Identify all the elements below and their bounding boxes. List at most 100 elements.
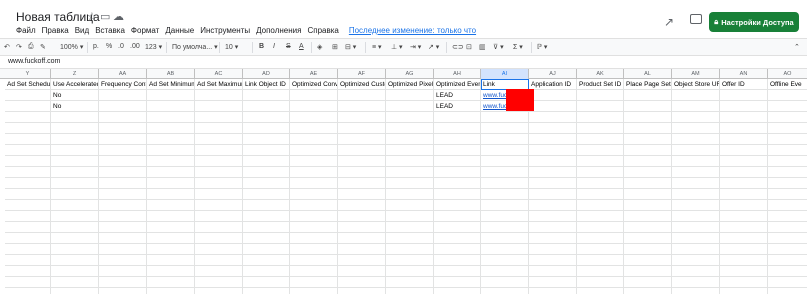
cell[interactable] xyxy=(51,134,99,145)
vertical-align-icon[interactable]: ⊥ ▾ xyxy=(391,43,403,51)
cell[interactable] xyxy=(243,222,290,233)
column-header-ak[interactable]: AK xyxy=(577,69,624,79)
cell[interactable] xyxy=(624,145,672,156)
cell[interactable] xyxy=(5,244,51,255)
cell[interactable] xyxy=(195,156,243,167)
borders-icon[interactable]: ⊞ xyxy=(332,43,338,51)
cell[interactable] xyxy=(434,123,481,134)
cell[interactable] xyxy=(481,145,529,156)
cell[interactable] xyxy=(386,200,434,211)
cell[interactable] xyxy=(99,255,147,266)
cell[interactable] xyxy=(386,288,434,294)
cell[interactable] xyxy=(624,167,672,178)
cell[interactable] xyxy=(720,244,768,255)
cell[interactable] xyxy=(720,178,768,189)
cell[interactable] xyxy=(768,134,807,145)
cell[interactable] xyxy=(624,200,672,211)
cell[interactable] xyxy=(577,123,624,134)
cell[interactable] xyxy=(5,222,51,233)
cell[interactable] xyxy=(338,266,386,277)
cell[interactable] xyxy=(195,123,243,134)
cell[interactable] xyxy=(529,101,577,112)
cell[interactable] xyxy=(720,112,768,123)
cell[interactable] xyxy=(147,101,195,112)
cell[interactable] xyxy=(577,90,624,101)
paint-format-icon[interactable]: ✎ xyxy=(40,43,46,51)
cell[interactable]: LEAD xyxy=(434,90,481,101)
cell[interactable] xyxy=(51,288,99,294)
cell[interactable] xyxy=(720,255,768,266)
cell[interactable] xyxy=(386,211,434,222)
cell[interactable] xyxy=(243,244,290,255)
formula-bar[interactable]: www.fuckoff.com xyxy=(0,56,807,69)
menu-format[interactable]: Формат xyxy=(131,26,159,35)
more-formats-button[interactable]: 123 ▾ xyxy=(145,43,162,51)
menu-edit[interactable]: Правка xyxy=(42,26,69,35)
cell[interactable] xyxy=(768,101,807,112)
column-header-aj[interactable]: AJ xyxy=(529,69,577,79)
cell[interactable] xyxy=(386,134,434,145)
cell[interactable] xyxy=(481,211,529,222)
column-header-aa[interactable]: AA xyxy=(99,69,147,79)
horizontal-align-icon[interactable]: ≡ ▾ xyxy=(372,43,382,51)
cell[interactable] xyxy=(529,178,577,189)
cell[interactable] xyxy=(195,222,243,233)
cell[interactable] xyxy=(51,167,99,178)
cell[interactable] xyxy=(768,244,807,255)
cell[interactable] xyxy=(195,134,243,145)
cell[interactable]: LEAD xyxy=(434,101,481,112)
cell[interactable] xyxy=(529,134,577,145)
cell[interactable] xyxy=(195,178,243,189)
cell[interactable] xyxy=(99,266,147,277)
insert-comment-icon[interactable]: ⊡ xyxy=(466,43,472,51)
cell[interactable] xyxy=(434,222,481,233)
cell[interactable] xyxy=(624,90,672,101)
cell[interactable] xyxy=(481,222,529,233)
cell[interactable] xyxy=(434,255,481,266)
cell[interactable]: Frequency Contr xyxy=(99,79,147,90)
cell[interactable] xyxy=(386,167,434,178)
cell[interactable] xyxy=(243,101,290,112)
cell[interactable] xyxy=(577,156,624,167)
bold-button[interactable]: B xyxy=(259,43,264,50)
activity-trend-icon[interactable]: ↗ xyxy=(664,15,674,29)
cell[interactable] xyxy=(720,233,768,244)
cell[interactable] xyxy=(529,156,577,167)
cell[interactable] xyxy=(672,211,720,222)
cell[interactable] xyxy=(147,90,195,101)
cell[interactable] xyxy=(5,101,51,112)
text-rotation-icon[interactable]: ↗ ▾ xyxy=(428,43,439,51)
cell[interactable] xyxy=(51,112,99,123)
cell[interactable] xyxy=(768,288,807,294)
cell[interactable] xyxy=(624,112,672,123)
cell[interactable] xyxy=(290,244,338,255)
cell[interactable] xyxy=(290,266,338,277)
insert-link-icon[interactable]: ⊂⊃ xyxy=(452,43,464,51)
cell[interactable] xyxy=(768,112,807,123)
cell[interactable] xyxy=(243,277,290,288)
cell[interactable] xyxy=(672,178,720,189)
cell[interactable] xyxy=(768,145,807,156)
currency-button[interactable]: р. xyxy=(93,43,99,50)
strikethrough-button[interactable]: S xyxy=(286,43,291,50)
cell[interactable] xyxy=(99,167,147,178)
cell[interactable] xyxy=(624,222,672,233)
cell[interactable] xyxy=(338,200,386,211)
cell[interactable] xyxy=(338,222,386,233)
cell[interactable] xyxy=(338,123,386,134)
cell[interactable] xyxy=(338,255,386,266)
cell[interactable]: Link Object ID xyxy=(243,79,290,90)
cell[interactable] xyxy=(624,233,672,244)
cell[interactable] xyxy=(147,255,195,266)
cell[interactable]: Ad Set Minimum xyxy=(147,79,195,90)
cell[interactable] xyxy=(147,233,195,244)
increase-decimal-button[interactable]: .00 xyxy=(130,43,140,50)
cell[interactable] xyxy=(5,178,51,189)
undo-icon[interactable]: ↶ xyxy=(4,43,10,51)
cell[interactable] xyxy=(5,200,51,211)
cell[interactable] xyxy=(672,222,720,233)
cell[interactable] xyxy=(624,156,672,167)
cell[interactable] xyxy=(481,255,529,266)
cell[interactable] xyxy=(481,189,529,200)
filter-icon[interactable]: ⊽ ▾ xyxy=(493,43,504,51)
